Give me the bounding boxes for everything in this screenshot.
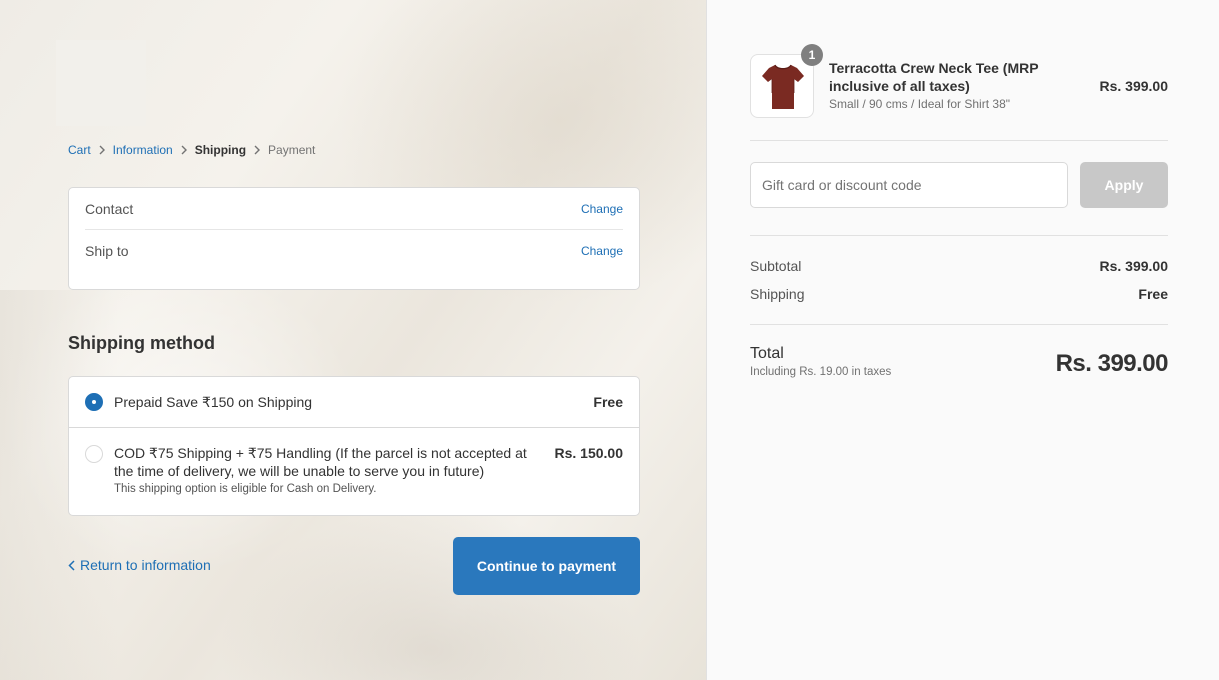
change-ship-to-link[interactable]: Change — [581, 244, 623, 258]
review-row-ship-to: Ship to Change — [85, 241, 623, 261]
shipping-value: Free — [1138, 286, 1168, 302]
t-shirt-icon — [762, 64, 804, 109]
shipping-option-label: COD ₹75 Shipping + ₹75 Handling (If the … — [114, 445, 527, 479]
chevron-right-icon — [246, 145, 268, 155]
change-contact-link[interactable]: Change — [581, 202, 623, 216]
shipping-option-label: Prepaid Save ₹150 on Shipping — [114, 394, 313, 410]
checkout-main: Cart Information Shipping Payment Contac… — [0, 0, 707, 680]
discount-code-input[interactable] — [750, 162, 1068, 208]
divider — [750, 235, 1168, 236]
return-link-label: Return to information — [80, 557, 211, 573]
radio-button[interactable] — [85, 445, 103, 463]
breadcrumb-payment: Payment — [268, 143, 316, 157]
return-to-information-link[interactable]: Return to information — [68, 557, 211, 573]
shipping-label: Shipping — [750, 286, 805, 302]
divider — [750, 324, 1168, 325]
ship-to-label: Ship to — [85, 243, 129, 259]
divider — [85, 229, 623, 230]
subtotal-row: Subtotal Rs. 399.00 — [750, 258, 1168, 274]
chevron-right-icon — [91, 145, 113, 155]
total-amount: Rs. 399.00 — [1055, 350, 1169, 377]
checkout-page: Cart Information Shipping Payment Contac… — [0, 0, 1219, 680]
breadcrumb-information[interactable]: Information — [113, 143, 173, 157]
product-price: Rs. 399.00 — [1099, 78, 1169, 94]
breadcrumb-cart[interactable]: Cart — [68, 143, 91, 157]
continue-to-payment-button[interactable]: Continue to payment — [453, 537, 640, 595]
quantity-badge: 1 — [801, 44, 823, 66]
contact-label: Contact — [85, 201, 134, 217]
subtotal-value: Rs. 399.00 — [1099, 258, 1169, 274]
product-variant: Small / 90 cms / Ideal for Shirt 38" — [829, 97, 1010, 111]
shipping-option-note: This shipping option is eligible for Cas… — [114, 483, 377, 495]
shipping-option-price: Rs. 150.00 — [554, 445, 624, 461]
store-logo[interactable] — [56, 40, 146, 126]
shipping-row: Shipping Free — [750, 286, 1168, 302]
chevron-left-icon — [68, 559, 75, 571]
chevron-right-icon — [173, 145, 195, 155]
shipping-methods-list: Prepaid Save ₹150 on Shipping Free COD ₹… — [68, 376, 640, 516]
breadcrumb-shipping: Shipping — [194, 143, 247, 157]
shipping-method-title: Shipping method — [68, 333, 215, 353]
subtotal-label: Subtotal — [750, 258, 802, 274]
order-summary: 1 Terracotta Crew Neck Tee (MRP inclusiv… — [707, 0, 1219, 680]
product-name: Terracotta Crew Neck Tee (MRP inclusive … — [829, 60, 1039, 94]
breadcrumb: Cart Information Shipping Payment — [68, 143, 315, 157]
review-row-contact: Contact Change — [85, 199, 623, 219]
radio-button-selected[interactable] — [85, 393, 103, 411]
total-label: Total — [750, 345, 784, 362]
tax-note: Including Rs. 19.00 in taxes — [750, 366, 892, 378]
review-block: Contact Change Ship to Change — [68, 187, 640, 290]
shipping-option-cod[interactable]: COD ₹75 Shipping + ₹75 Handling (If the … — [69, 428, 639, 516]
divider — [750, 140, 1168, 141]
shipping-option-price: Free — [593, 394, 623, 410]
apply-discount-button[interactable]: Apply — [1080, 162, 1168, 208]
shipping-option-prepaid[interactable]: Prepaid Save ₹150 on Shipping Free — [69, 377, 639, 428]
